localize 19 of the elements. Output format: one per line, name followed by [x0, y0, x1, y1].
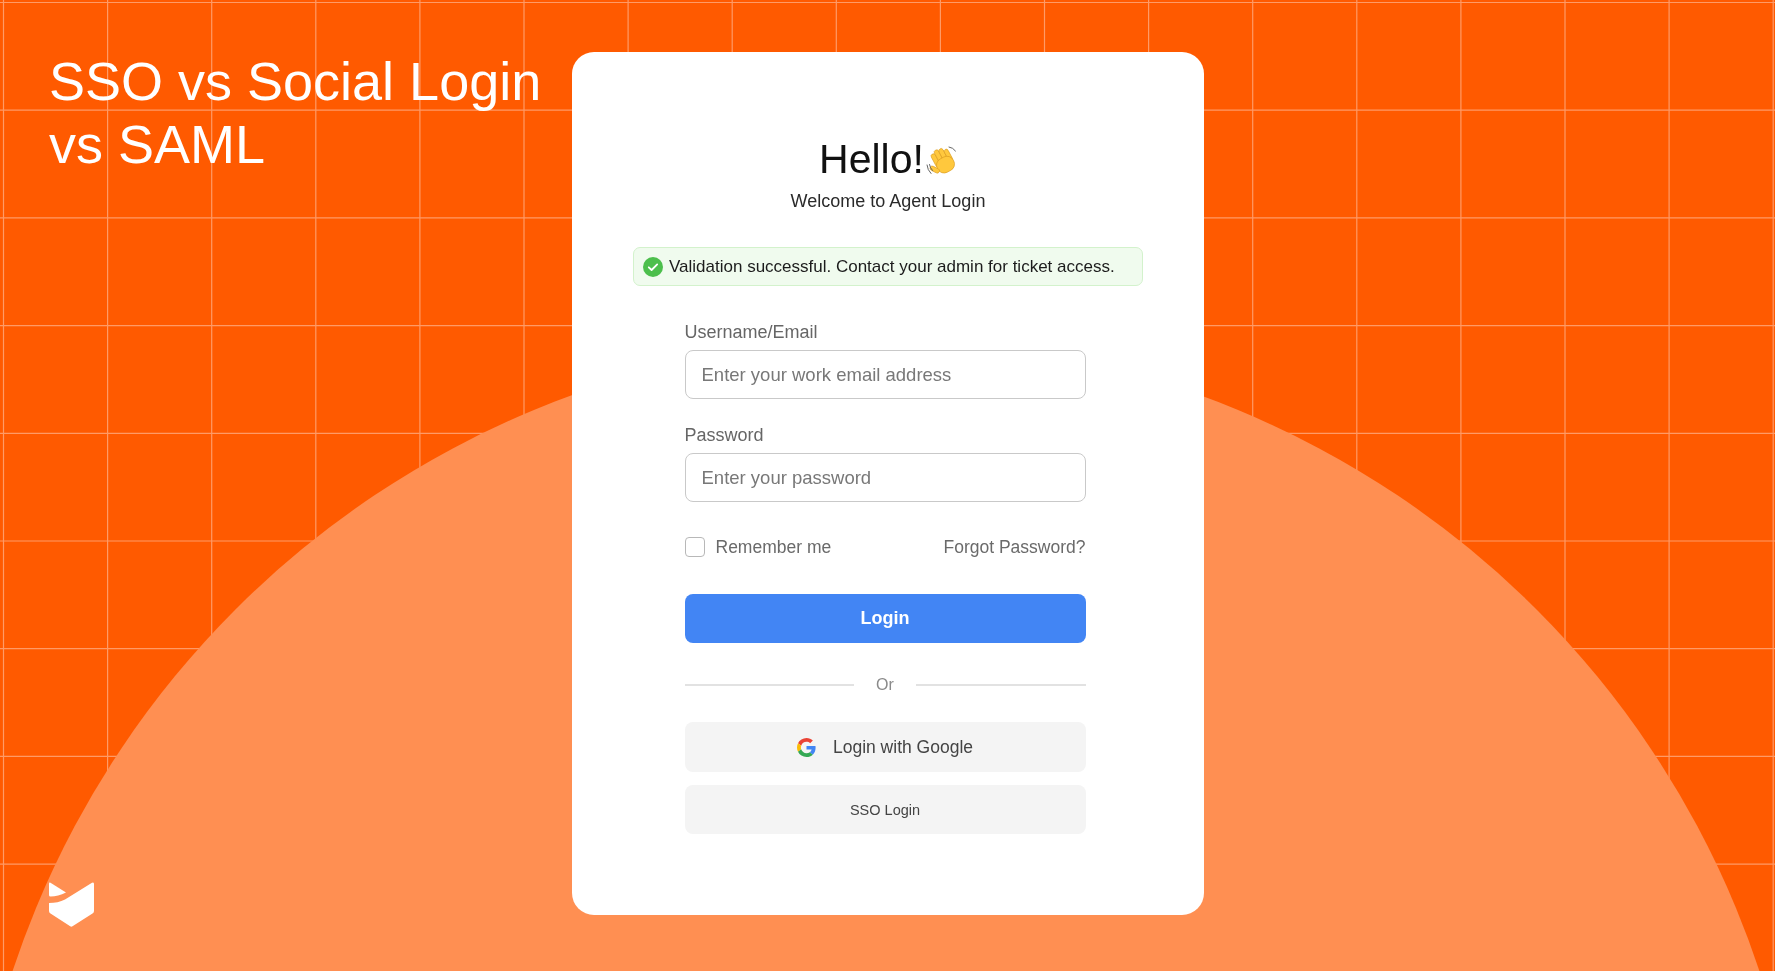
remember-label: Remember me — [715, 536, 832, 558]
forgot-password-link[interactable]: Forgot Password? — [943, 536, 1086, 558]
waving-hand-icon — [924, 145, 957, 177]
google-login-button[interactable]: Login with Google — [684, 722, 1086, 772]
google-g-icon — [796, 737, 816, 757]
sso-login-button[interactable]: SSO Login — [684, 785, 1086, 834]
login-button[interactable]: Login — [684, 594, 1086, 643]
alert-message: Validation successful. Contact your admin for ticket access. — [669, 256, 1115, 277]
check-circle-icon — [643, 256, 663, 277]
welcome-subtitle: Welcome to Agent Login — [790, 190, 986, 212]
input-field[interactable]: Enter your password — [684, 453, 1086, 502]
field-label: Password — [684, 424, 765, 446]
greeting-heading: Hello! — [819, 135, 924, 183]
divider-label: Or — [876, 676, 894, 694]
field-label: Username/Email — [684, 321, 819, 343]
page-title: SSO vs Social Login vs SAML — [49, 50, 543, 176]
input-field[interactable]: Enter your work email address — [684, 350, 1086, 399]
remember-checkbox[interactable] — [684, 537, 705, 557]
logo-icon — [49, 882, 94, 927]
